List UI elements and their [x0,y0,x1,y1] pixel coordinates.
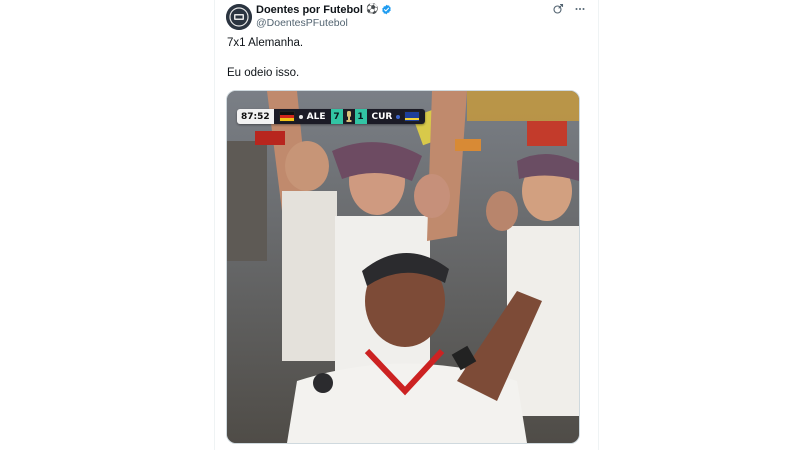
tweet-text-line: 7x1 Alemanha. [227,37,304,49]
curacao-flag-icon [404,111,421,122]
away-team: CUR [366,109,426,124]
team-dot-icon [396,114,401,119]
profile-logo-icon [226,4,252,30]
author-display-name[interactable]: Doentes por Futebol [256,4,363,16]
author-handle[interactable]: @DoentesPFutebol [256,17,598,29]
grok-icon[interactable] [552,3,564,15]
germany-flag-icon [278,111,295,122]
soccer-ball-icon: ⚽ [365,4,379,15]
tweet-text-line: Eu odeio isso. [227,67,300,79]
tweet-header: Doentes por Futebol ⚽ @DoentesPFutebol [256,2,598,32]
tweet[interactable]: Doentes por Futebol ⚽ @DoentesPFutebol 7… [215,0,598,450]
score-bug: 87:52 ALE 7 1 CUR [237,109,426,124]
away-team-code: CUR [371,111,393,122]
home-score: 7 [330,109,343,124]
home-team: ALE [273,109,331,124]
team-dot-icon [298,114,303,119]
match-clock: 87:52 [237,109,274,124]
tweet-media-image[interactable]: 87:52 ALE 7 1 CUR [226,90,580,444]
more-options-icon[interactable] [574,3,586,15]
away-score: 1 [354,109,367,124]
avatar[interactable] [226,4,252,30]
timeline-border-right [598,0,599,450]
fans-celebrating-photo [227,91,579,443]
tweet-actions [552,3,586,15]
tweet-text: 7x1 Alemanha. Eu odeio isso. [227,36,588,81]
home-team-code: ALE [306,111,326,122]
trophy-icon [342,109,355,124]
verified-badge-icon[interactable] [381,4,392,15]
